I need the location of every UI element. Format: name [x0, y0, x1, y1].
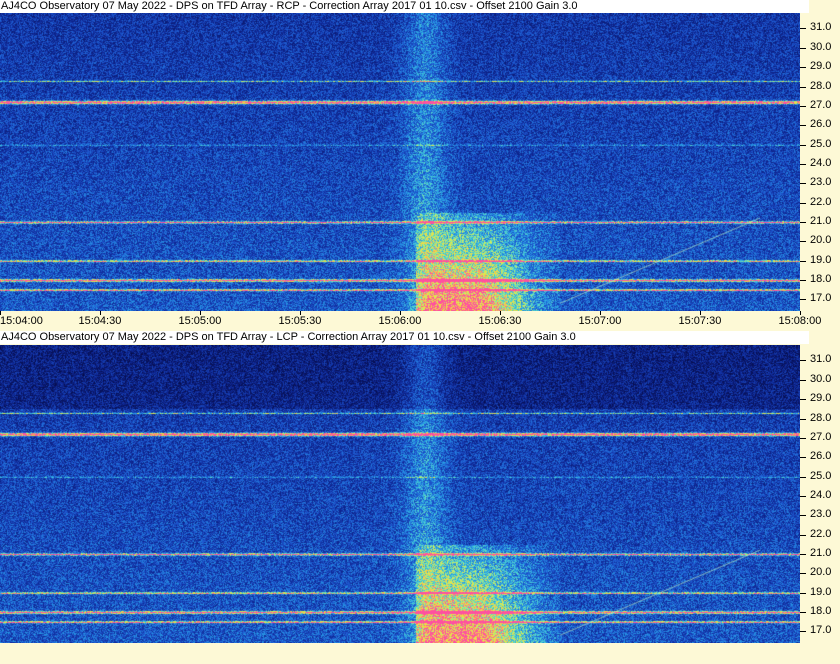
x-tick-label: 15:08:00: [778, 315, 822, 327]
y-tick-label: 28.0: [810, 411, 832, 424]
y-tick-label: 31.0: [810, 353, 832, 366]
y-tick-label: 22.0: [810, 527, 832, 540]
y-tick-mark: [800, 399, 806, 401]
y-tick-mark: [800, 573, 806, 575]
y-tick-mark: [800, 280, 806, 282]
y-tick-label: 18.0: [810, 605, 832, 618]
x-tick-label: 15:06:00: [378, 315, 422, 327]
y-tick-mark: [800, 515, 806, 517]
y-tick-mark: [800, 28, 806, 30]
y-tick-label: 27.0: [810, 98, 832, 111]
y-tick-label: 30.0: [810, 40, 832, 53]
y-tick-label: 30.0: [810, 372, 832, 385]
x-tick-label: 15:04:00: [0, 315, 43, 327]
y-tick-label: 24.0: [810, 156, 832, 169]
y-tick-mark: [800, 67, 806, 69]
y-tick-label: 28.0: [810, 79, 832, 92]
rcp-frequency-axis: 31.0 30.0 29.0 28.0 27.0 26.0 25.0 24.0 23.0 22.0…: [800, 13, 840, 311]
y-tick-label: 24.0: [810, 488, 832, 501]
y-tick-mark: [800, 144, 806, 146]
y-tick-mark: [800, 241, 806, 243]
x-tick-label: 15:05:00: [178, 315, 222, 327]
x-tick-label: 15:07:00: [578, 315, 622, 327]
x-tick-label: 15:05:30: [278, 315, 322, 327]
lcp-title: AJ4CO Observatory 07 May 2022 - DPS on T…: [0, 331, 809, 344]
y-tick-mark: [800, 105, 806, 107]
y-tick-mark: [800, 47, 806, 49]
lcp-frequency-axis: 31.0 30.0 29.0 28.0 27.0 26.0 25.0 24.0 23.0 22.0…: [800, 345, 840, 643]
y-tick-label: 23.0: [810, 176, 832, 189]
y-tick-mark: [800, 125, 806, 127]
y-tick-mark: [800, 476, 806, 478]
y-tick-label: 18.0: [810, 273, 832, 286]
rcp-spectrogram: [0, 13, 800, 311]
y-tick-mark: [800, 163, 806, 165]
y-tick-label: 26.0: [810, 450, 832, 463]
y-tick-label: 25.0: [810, 137, 832, 150]
y-tick-label: 31.0: [810, 21, 832, 34]
y-tick-mark: [800, 86, 806, 88]
lcp-spectrogram: [0, 345, 800, 643]
x-tick-label: 15:07:30: [678, 315, 722, 327]
y-tick-label: 19.0: [810, 585, 832, 598]
y-tick-label: 20.0: [810, 566, 832, 579]
y-tick-mark: [800, 379, 806, 381]
y-tick-mark: [800, 631, 806, 633]
y-tick-label: 17.0: [810, 292, 832, 305]
y-tick-label: 27.0: [810, 430, 832, 443]
y-tick-label: 23.0: [810, 508, 832, 521]
x-tick-label: 15:06:30: [478, 315, 522, 327]
y-tick-label: 19.0: [810, 253, 832, 266]
y-tick-mark: [800, 495, 806, 497]
y-tick-label: 22.0: [810, 195, 832, 208]
rcp-title: AJ4CO Observatory 07 May 2022 - DPS on T…: [0, 0, 809, 13]
y-tick-label: 26.0: [810, 118, 832, 131]
y-tick-mark: [800, 183, 806, 185]
y-tick-mark: [800, 360, 806, 362]
y-tick-mark: [800, 534, 806, 536]
y-tick-mark: [800, 437, 806, 439]
y-tick-label: 29.0: [810, 392, 832, 405]
x-tick-label: 15:04:30: [78, 315, 122, 327]
y-tick-label: 21.0: [810, 546, 832, 559]
y-tick-label: 29.0: [810, 60, 832, 73]
time-axis: 15:04:00 15:04:30 15:05:00 15:05:30 15:06:00…: [0, 311, 840, 331]
y-tick-mark: [800, 221, 806, 223]
y-tick-mark: [800, 612, 806, 614]
y-tick-mark: [800, 260, 806, 262]
y-tick-mark: [800, 457, 806, 459]
y-tick-mark: [800, 418, 806, 420]
y-tick-label: 17.0: [810, 624, 832, 637]
y-tick-mark: [800, 299, 806, 301]
y-tick-mark: [800, 592, 806, 594]
y-tick-mark: [800, 553, 806, 555]
y-tick-label: 21.0: [810, 214, 832, 227]
y-tick-label: 20.0: [810, 234, 832, 247]
y-tick-mark: [800, 202, 806, 204]
y-tick-label: 25.0: [810, 469, 832, 482]
